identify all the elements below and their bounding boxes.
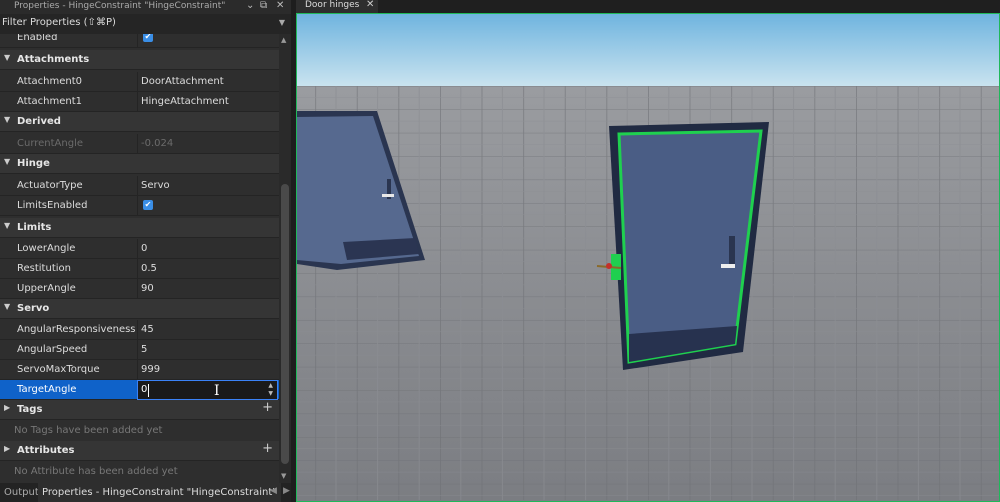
- property-name: ActuatorType: [17, 180, 83, 191]
- property-name: TargetAngle: [17, 384, 77, 395]
- chevron-down-icon[interactable]: ▼: [279, 18, 285, 27]
- property-value: -0.024: [141, 138, 174, 149]
- property-value[interactable]: 5: [141, 344, 147, 355]
- category-label: Attributes: [17, 445, 75, 456]
- chevron-down-icon[interactable]: ▼: [4, 157, 10, 166]
- property-name: Enabled: [17, 34, 58, 43]
- category-label: Tags: [17, 404, 43, 415]
- property-row-angular-responsiveness[interactable]: AngularResponsiveness 45: [0, 320, 279, 340]
- target-angle-input[interactable]: 0 I ▲ ▼: [137, 380, 278, 400]
- tab-door-hinges[interactable]: Door hinges ✕: [296, 0, 378, 13]
- undock-icon[interactable]: ⧉: [260, 0, 267, 11]
- filter-label: Filter Properties (⇧⌘P): [2, 17, 116, 28]
- category-derived[interactable]: ▼ Derived: [0, 112, 279, 132]
- chevron-down-icon[interactable]: ▼: [4, 302, 10, 311]
- property-value[interactable]: 45: [141, 324, 154, 335]
- property-name: Restitution: [17, 263, 71, 274]
- property-name: AngularResponsiveness: [17, 324, 136, 335]
- tab-prev-icon[interactable]: ◀: [270, 486, 277, 496]
- category-label: Hinge: [17, 158, 50, 169]
- property-row-servo-max-torque[interactable]: ServoMaxTorque 999: [0, 360, 279, 380]
- add-tag-icon[interactable]: +: [262, 400, 273, 415]
- property-row-enabled[interactable]: Enabled ✔: [0, 34, 279, 48]
- property-row-current-angle: CurrentAngle -0.024: [0, 134, 279, 154]
- ibeam-cursor-icon: I: [214, 383, 220, 399]
- property-name: Attachment1: [17, 96, 82, 107]
- category-label: Limits: [17, 222, 52, 233]
- tab-label: Door hinges: [305, 0, 360, 10]
- property-name: AngularSpeed: [17, 344, 88, 355]
- chevron-down-icon[interactable]: ▼: [4, 115, 10, 124]
- property-value[interactable]: 90: [141, 283, 154, 294]
- property-value[interactable]: 0.5: [141, 263, 157, 274]
- category-servo[interactable]: ▼ Servo: [0, 299, 279, 319]
- property-row-attachment1[interactable]: Attachment1 HingeAttachment: [0, 92, 279, 112]
- tab-next-icon[interactable]: ▶: [283, 486, 290, 496]
- checkbox-icon[interactable]: ✔: [143, 34, 153, 42]
- close-tab-icon[interactable]: ✕: [366, 0, 374, 10]
- category-tags[interactable]: ▶ Tags +: [0, 400, 279, 420]
- property-row-upper-angle[interactable]: UpperAngle 90: [0, 279, 279, 299]
- category-label: Attachments: [17, 54, 90, 65]
- property-name: Attachment0: [17, 76, 82, 87]
- property-name: LimitsEnabled: [17, 200, 88, 211]
- property-value[interactable]: 0: [141, 243, 147, 254]
- tags-empty-note: No Tags have been added yet: [14, 425, 163, 436]
- chevron-right-icon[interactable]: ▶: [4, 444, 10, 453]
- property-row-actuator-type[interactable]: ActuatorType Servo: [0, 176, 279, 196]
- properties-list: Enabled ✔ ▼ Attachments Attachment0 Door…: [0, 34, 279, 483]
- checkbox-icon[interactable]: ✔: [143, 200, 153, 210]
- spinner-arrows-icon[interactable]: ▲ ▼: [268, 382, 273, 398]
- input-value[interactable]: 0: [141, 384, 147, 395]
- chevron-right-icon[interactable]: ▶: [4, 403, 10, 412]
- dropdown-icon[interactable]: ⌄: [246, 0, 254, 11]
- property-value[interactable]: HingeAttachment: [141, 96, 229, 107]
- close-icon[interactable]: ✕: [276, 0, 284, 11]
- properties-panel: Properties - HingeConstraint "HingeConst…: [0, 0, 291, 502]
- 3d-viewport[interactable]: [296, 13, 1000, 502]
- property-name: CurrentAngle: [17, 138, 84, 149]
- property-row-attachment0[interactable]: Attachment0 DoorAttachment: [0, 72, 279, 92]
- text-caret: [148, 384, 149, 397]
- bottom-tab-bar: Output Properties - HingeConstraint "Hin…: [0, 483, 296, 502]
- scroll-up-icon[interactable]: ▲: [281, 36, 286, 44]
- properties-scrollbar[interactable]: ▲ ▼: [279, 34, 291, 483]
- property-row-lower-angle[interactable]: LowerAngle 0: [0, 239, 279, 259]
- scene-render: [297, 14, 999, 501]
- category-limits[interactable]: ▼ Limits: [0, 218, 279, 238]
- chevron-down-icon[interactable]: ▼: [4, 53, 10, 62]
- add-attribute-icon[interactable]: +: [262, 441, 273, 456]
- door-right: [596, 122, 769, 370]
- property-row-restitution[interactable]: Restitution 0.5: [0, 259, 279, 279]
- property-row-target-angle[interactable]: TargetAngle 0 I ▲ ▼: [0, 380, 279, 400]
- property-name: LowerAngle: [17, 243, 76, 254]
- sky: [297, 14, 999, 86]
- property-value[interactable]: Servo: [141, 180, 170, 191]
- category-hinge[interactable]: ▼ Hinge: [0, 154, 279, 174]
- scroll-down-icon[interactable]: ▼: [281, 472, 286, 480]
- chevron-down-icon[interactable]: ▼: [4, 221, 10, 230]
- property-value[interactable]: 999: [141, 364, 160, 375]
- property-name: UpperAngle: [17, 283, 76, 294]
- category-label: Servo: [17, 303, 50, 314]
- category-attachments[interactable]: ▼ Attachments: [0, 50, 279, 70]
- property-value[interactable]: DoorAttachment: [141, 76, 224, 87]
- tab-output[interactable]: Output: [0, 483, 43, 502]
- attributes-empty-note: No Attribute has been added yet: [14, 466, 178, 477]
- property-name: ServoMaxTorque: [17, 364, 100, 375]
- category-label: Derived: [17, 116, 61, 127]
- scrollbar-thumb[interactable]: [281, 184, 289, 464]
- category-attributes[interactable]: ▶ Attributes +: [0, 441, 279, 461]
- document-tabs: Door hinges ✕: [296, 0, 1000, 13]
- filter-properties-input[interactable]: Filter Properties (⇧⌘P) ▼: [0, 14, 291, 35]
- property-row-limits-enabled[interactable]: LimitsEnabled ✔: [0, 196, 279, 216]
- property-row-angular-speed[interactable]: AngularSpeed 5: [0, 340, 279, 360]
- panel-titlebar: Properties - HingeConstraint "HingeConst…: [0, 0, 291, 14]
- panel-title: Properties - HingeConstraint "HingeConst…: [14, 1, 226, 11]
- tab-properties[interactable]: Properties - HingeConstraint "HingeConst…: [38, 483, 281, 502]
